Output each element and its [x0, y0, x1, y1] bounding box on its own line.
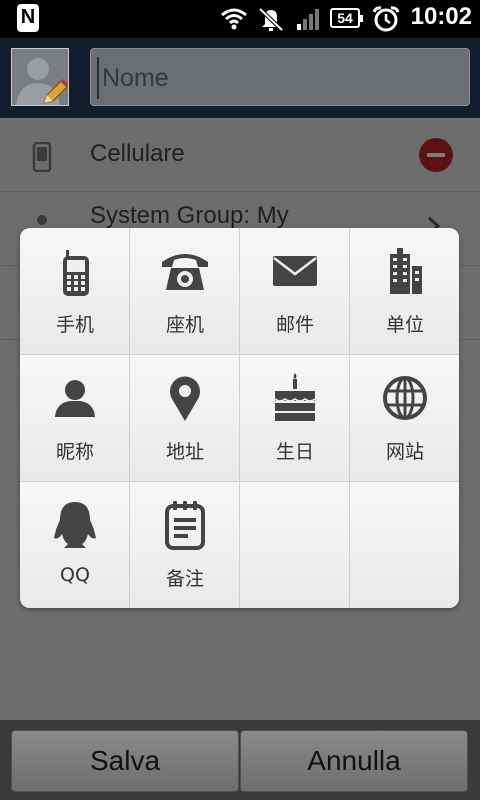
notepad-icon — [165, 501, 205, 550]
empty-cell — [240, 482, 350, 608]
signal-icon — [297, 9, 319, 30]
add-nickname-label: 昵称 — [55, 441, 94, 463]
add-organization-label: 单位 — [385, 314, 424, 336]
status-bar: N 54 10:02 — [0, 0, 480, 38]
add-field-popup: 手机 座机 邮件 单位 昵称 地址 生日 网站 QQ 备注 — [20, 228, 459, 608]
phone-label: Cellulare — [90, 140, 185, 167]
add-note-label: 备注 — [165, 568, 204, 590]
add-email-button[interactable]: 邮件 — [240, 228, 350, 355]
globe-icon — [383, 376, 427, 420]
battery-icon: 54 — [330, 8, 363, 28]
group-label: System Group: My — [90, 202, 289, 229]
person-icon — [55, 380, 95, 417]
add-mobile-label: 手机 — [55, 314, 94, 336]
add-address-button[interactable]: 地址 — [130, 355, 240, 482]
cancel-button[interactable]: Annulla — [240, 730, 468, 792]
mute-icon — [258, 7, 284, 32]
mobile-phone-small-icon — [32, 142, 52, 172]
add-nickname-button[interactable]: 昵称 — [20, 355, 130, 482]
contact-header — [0, 38, 480, 118]
add-birthday-button[interactable]: 生日 — [240, 355, 350, 482]
phone-row: Cellulare — [0, 118, 480, 192]
empty-cell — [350, 482, 459, 608]
contact-photo-button[interactable] — [11, 48, 69, 106]
remove-field-button[interactable] — [419, 138, 453, 172]
landline-phone-icon — [162, 254, 208, 290]
name-input[interactable] — [97, 57, 464, 99]
map-pin-icon — [170, 376, 200, 421]
clock: 10:02 — [410, 3, 472, 30]
qq-penguin-icon — [54, 502, 96, 548]
name-field[interactable] — [90, 48, 470, 106]
add-mobile-button[interactable]: 手机 — [20, 228, 130, 355]
mobile-phone-icon — [63, 250, 89, 296]
save-button[interactable]: Salva — [11, 730, 239, 792]
add-qq-button[interactable]: QQ — [20, 482, 130, 608]
add-note-button[interactable]: 备注 — [130, 482, 240, 608]
wifi-icon — [221, 8, 247, 30]
add-website-button[interactable]: 网站 — [350, 355, 459, 482]
add-landline-button[interactable]: 座机 — [130, 228, 240, 355]
add-landline-label: 座机 — [165, 314, 204, 336]
notification-app-icon: N — [17, 4, 39, 32]
edit-pencil-icon — [43, 79, 68, 104]
add-website-label: 网站 — [385, 441, 424, 463]
add-organization-button[interactable]: 单位 — [350, 228, 459, 355]
add-birthday-label: 生日 — [275, 441, 314, 463]
add-email-label: 邮件 — [275, 314, 314, 336]
alarm-icon — [372, 6, 400, 32]
mail-icon — [273, 256, 317, 286]
building-icon — [390, 248, 422, 294]
add-qq-label: QQ — [60, 564, 90, 586]
birthday-cake-icon — [274, 373, 316, 421]
add-address-label: 地址 — [165, 441, 204, 463]
bottom-action-bar: Salva Annulla — [0, 720, 480, 800]
